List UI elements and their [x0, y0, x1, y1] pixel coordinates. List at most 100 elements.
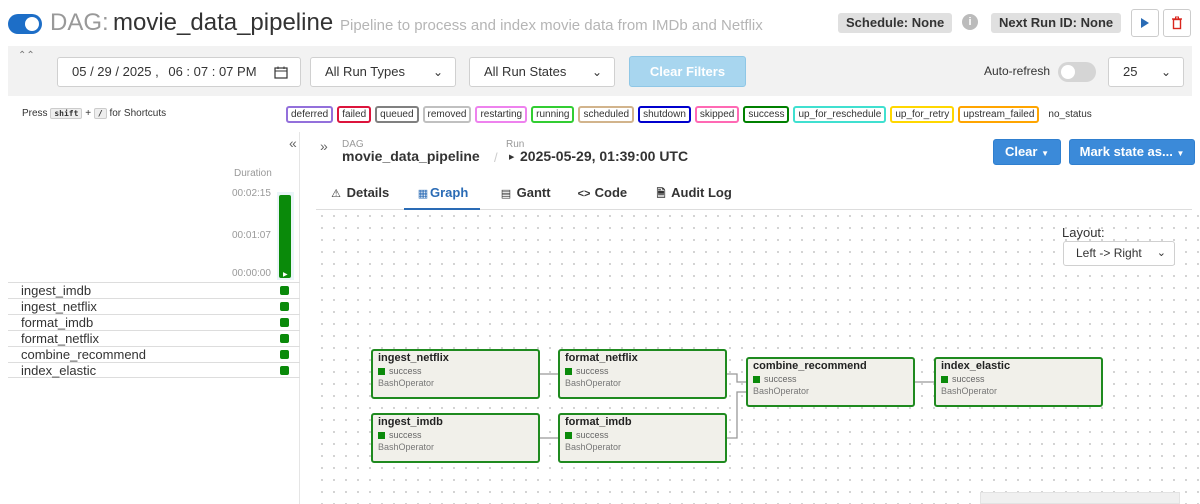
node-state-text: success: [576, 430, 609, 440]
warning-icon: ⚠: [331, 188, 341, 200]
graph-node-ingest-imdb[interactable]: ingest_imdb success BashOperator: [371, 413, 540, 463]
layout-label: Layout:: [1062, 225, 1105, 240]
caret-down-icon: ▼: [1176, 149, 1185, 158]
delete-dag-button[interactable]: [1163, 9, 1191, 37]
info-icon[interactable]: i: [962, 14, 978, 30]
shortcuts-hint: Press shift + / for Shortcuts: [22, 108, 166, 119]
dag-header: DAG: movie_data_pipeline Pipeline to pro…: [0, 0, 1200, 46]
task-name: combine_recommend: [21, 347, 147, 362]
play-icon: [1141, 18, 1149, 28]
breadcrumb-run-value[interactable]: 2025-05-29, 01:39:00 UTC: [520, 148, 688, 164]
legend-deferred[interactable]: deferred: [286, 106, 334, 123]
caret-down-icon: ▼: [1041, 149, 1050, 158]
run-count-value: 25: [1123, 64, 1138, 79]
breadcrumb-separator: /: [494, 150, 498, 165]
legend-shutdown[interactable]: shutdown: [638, 106, 691, 123]
node-operator: BashOperator: [565, 442, 622, 452]
tab-graph-label: Graph: [430, 185, 469, 200]
task-instance-status[interactable]: [280, 286, 289, 295]
legend-failed[interactable]: failed: [337, 106, 372, 123]
legend-queued[interactable]: queued: [375, 106, 419, 123]
duration-tick-zero: 00:00:00: [232, 268, 271, 279]
node-state-text: success: [952, 374, 985, 384]
legend-removed[interactable]: removed: [422, 106, 472, 123]
tab-gantt[interactable]: ▤ Gantt: [499, 184, 551, 210]
graph-icon: ▦: [417, 188, 429, 200]
task-row-combine-recommend[interactable]: combine_recommend: [8, 346, 300, 362]
auto-refresh-switch[interactable]: [1058, 62, 1096, 82]
task-row-format-imdb[interactable]: format_imdb: [8, 314, 300, 330]
time-value: 06 : 07 : 07 PM: [168, 64, 257, 79]
next-run-badge: Next Run ID: None: [991, 13, 1122, 33]
clear-dropdown-button[interactable]: Clear ▼: [993, 139, 1061, 165]
clear-label: Clear: [1004, 144, 1038, 159]
trigger-dag-button[interactable]: [1131, 9, 1159, 37]
graph-node-index-elastic[interactable]: index_elastic success BashOperator: [934, 357, 1103, 407]
dag-run-duration-bar[interactable]: [279, 195, 291, 278]
graph-node-format-imdb[interactable]: format_imdb success BashOperator: [558, 413, 727, 463]
date-value: 05 / 29 / 2025 ,: [72, 64, 159, 79]
task-row-ingest-imdb[interactable]: ingest_imdb: [8, 282, 300, 298]
node-operator: BashOperator: [941, 386, 998, 396]
toggle-knob: [25, 17, 39, 31]
slash-key: /: [93, 108, 107, 119]
task-instance-status[interactable]: [280, 334, 289, 343]
graph-node-combine-recommend[interactable]: combine_recommend success BashOperator: [746, 357, 915, 407]
legend-scheduled[interactable]: scheduled: [578, 106, 635, 123]
task-row-index-elastic[interactable]: index_elastic: [8, 362, 300, 378]
trash-icon: [1172, 16, 1182, 30]
task-row-format-netflix[interactable]: format_netflix: [8, 330, 300, 346]
schedule-badge: Schedule: None: [838, 13, 953, 33]
run-type-select[interactable]: All Run Types ⌄: [310, 57, 456, 87]
duration-label: Duration: [234, 168, 272, 179]
layout-select[interactable]: Left -> Right ⌄: [1063, 241, 1175, 266]
task-instance-status[interactable]: [280, 350, 289, 359]
task-instance-status[interactable]: [280, 302, 289, 311]
tab-audit-log[interactable]: 🗎 Audit Log: [654, 184, 732, 210]
legend-up-for-retry[interactable]: up_for_retry: [890, 106, 955, 123]
legend-upstream-failed[interactable]: upstream_failed: [958, 106, 1040, 123]
legend-restarting[interactable]: restarting: [475, 106, 528, 123]
tab-details[interactable]: ⚠ Details: [329, 184, 389, 210]
run-play-icon: ▶: [283, 272, 288, 278]
task-row-ingest-netflix[interactable]: ingest_netflix: [8, 298, 300, 314]
legend-up-for-reschedule[interactable]: up_for_reschedule: [793, 106, 887, 123]
run-state-select[interactable]: All Run States ⌄: [469, 57, 615, 87]
task-instance-status[interactable]: [280, 318, 289, 327]
legend-skipped[interactable]: skipped: [694, 106, 740, 123]
shortcuts-suffix: for Shortcuts: [109, 108, 167, 119]
tab-details-label: Details: [346, 185, 390, 200]
chevron-down-icon: ⌄: [591, 65, 602, 79]
legend-running[interactable]: running: [531, 106, 575, 123]
node-operator: BashOperator: [753, 386, 810, 396]
graph-node-ingest-netflix[interactable]: ingest_netflix success BashOperator: [371, 349, 540, 399]
execution-date-picker[interactable]: 05 / 29 / 2025 , 06 : 07 : 07 PM: [57, 57, 301, 87]
task-name: format_imdb: [21, 315, 94, 330]
gantt-icon: ▤: [500, 188, 512, 200]
collapse-up-icon[interactable]: ⌃⌃: [18, 50, 35, 61]
dag-title[interactable]: movie_data_pipeline: [113, 9, 333, 37]
graph-node-format-netflix[interactable]: format_netflix success BashOperator: [558, 349, 727, 399]
legend-no-status[interactable]: no_status: [1043, 106, 1096, 123]
task-instance-status[interactable]: [280, 366, 289, 375]
collapse-grid-icon[interactable]: «: [289, 135, 297, 151]
dag-pause-toggle[interactable]: [8, 14, 42, 34]
clear-filters-button[interactable]: Clear Filters: [629, 56, 746, 87]
state-square: [565, 368, 572, 375]
audit-log-icon: 🗎: [656, 188, 666, 200]
task-list: ingest_imdb ingest_netflix format_imdb form…: [8, 282, 300, 378]
graph-minimap[interactable]: [980, 492, 1180, 504]
node-state-text: success: [764, 374, 797, 384]
node-state: success: [378, 365, 533, 377]
mark-state-button[interactable]: Mark state as... ▼: [1069, 139, 1195, 165]
breadcrumb-dag-value[interactable]: movie_data_pipeline: [342, 148, 480, 164]
calendar-icon: [274, 66, 288, 79]
run-count-select[interactable]: 25 ⌄: [1108, 57, 1184, 87]
tab-code[interactable]: <> Code: [577, 184, 628, 210]
node-state: success: [378, 429, 533, 441]
tab-graph[interactable]: ▦ Graph: [404, 184, 481, 210]
node-operator: BashOperator: [565, 378, 622, 388]
legend-success[interactable]: success: [743, 106, 790, 123]
chevron-down-icon: ⌄: [1160, 65, 1171, 79]
expand-grid-icon[interactable]: »: [320, 138, 328, 154]
